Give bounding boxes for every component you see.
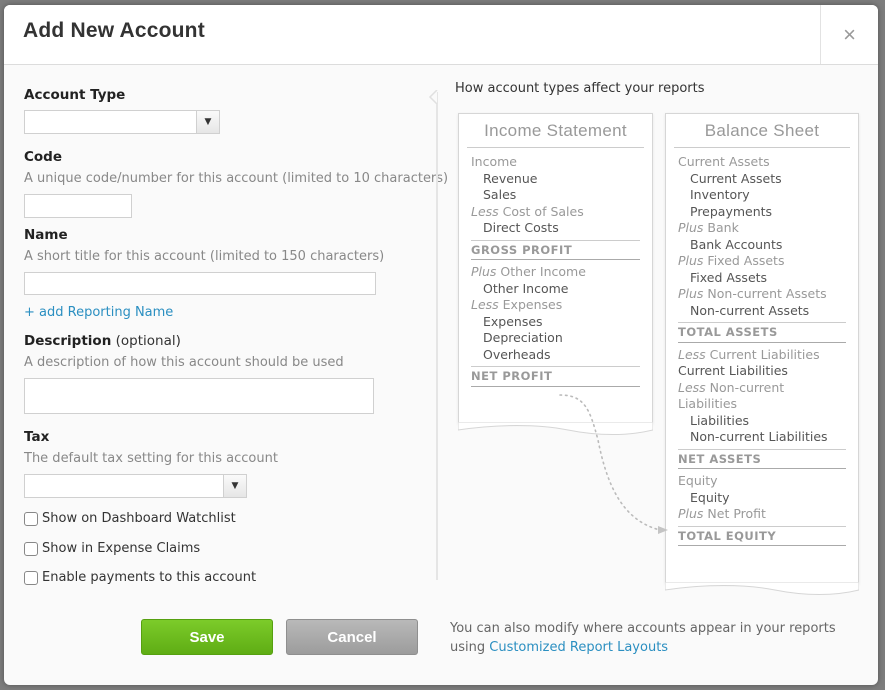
- footer-note-text: You can also modify where accounts appea…: [450, 621, 836, 636]
- expenses-item: Expenses: [483, 313, 543, 329]
- less-word: Less: [678, 346, 706, 362]
- name-hint: A short title for this account (limited …: [24, 249, 385, 264]
- bank-accounts-item: Bank Accounts: [690, 236, 783, 252]
- footer-note: You can also modify where accounts appea…: [450, 619, 836, 657]
- direct-costs-item: Direct Costs: [483, 220, 559, 235]
- balance-sheet-card: Balance Sheet Current Assets Current Ass…: [665, 113, 859, 595]
- plus-word: Plus: [678, 506, 704, 521]
- liabilities-item: Liabilities: [690, 412, 750, 428]
- net-profit-line-text: Net Profit: [703, 506, 766, 521]
- other-income-item: Other Income: [483, 280, 569, 296]
- chevron-down-icon[interactable]: ▼: [196, 111, 219, 133]
- total-assets-total: TOTAL ASSETS: [678, 322, 846, 343]
- inventory-item: Inventory: [690, 187, 750, 202]
- torn-edge-icon: [665, 582, 859, 595]
- income-group: Income: [471, 154, 517, 169]
- noncurrent-liabilities-item: Non-current Liabilities: [690, 429, 828, 444]
- current-assets-group: Current Assets: [678, 154, 770, 169]
- equity-item: Equity: [690, 489, 730, 505]
- tax-hint: The default tax setting for this account: [24, 451, 278, 466]
- code-input[interactable]: [24, 194, 132, 218]
- dialog-header: Add New Account ×: [4, 5, 878, 65]
- total-equity-total: TOTAL EQUITY: [678, 525, 846, 546]
- noncurrent-assets-item: Non-current Assets: [690, 302, 810, 318]
- optional-tag: (optional): [111, 333, 181, 349]
- cost-of-sales-group: Less Cost of Sales: [471, 204, 640, 221]
- prepayments-item: Prepayments: [690, 203, 773, 219]
- footer-note-using: using: [450, 640, 490, 655]
- noncurrent-assets-group-text: Non-current Assets: [703, 286, 827, 301]
- dialog-title: Add New Account: [23, 19, 205, 42]
- expense-claims-checkbox-row[interactable]: Show in Expense Claims: [24, 541, 200, 556]
- fixed-assets-item: Fixed Assets: [690, 269, 768, 285]
- close-icon[interactable]: ×: [820, 5, 878, 64]
- description-label-text: Description: [24, 333, 112, 349]
- enable-payments-label: Enable payments to this account: [42, 570, 257, 585]
- current-liabilities-group: Less Current Liabilities: [678, 347, 846, 364]
- gross-profit-total: GROSS PROFIT: [471, 239, 640, 260]
- chevron-down-icon[interactable]: ▼: [223, 475, 246, 497]
- expense-claims-label: Show in Expense Claims: [42, 541, 201, 556]
- description-input[interactable]: [24, 378, 374, 414]
- tax-label: Tax: [24, 429, 50, 445]
- dashboard-watchlist-label: Show on Dashboard Watchlist: [42, 511, 236, 526]
- other-income-group-text: Other Income: [496, 264, 586, 279]
- less-word: Less: [471, 297, 499, 312]
- expense-claims-checkbox[interactable]: [24, 541, 38, 556]
- plus-word: Plus: [678, 286, 704, 301]
- description-hint: A description of how this account should…: [24, 355, 344, 370]
- code-label: Code: [24, 149, 63, 165]
- bank-group-text: Bank: [703, 220, 739, 235]
- sales-item: Sales: [483, 187, 517, 202]
- net-profit-line: Plus Net Profit: [678, 506, 846, 523]
- fixed-assets-group-text: Fixed Assets: [703, 253, 785, 268]
- income-statement-title: Income Statement: [467, 114, 644, 148]
- plus-word: Plus: [678, 253, 704, 268]
- balance-sheet-title: Balance Sheet: [674, 114, 850, 148]
- name-label: Name: [24, 227, 68, 243]
- dashboard-watchlist-checkbox[interactable]: [24, 511, 38, 526]
- account-type-label: Account Type: [24, 87, 126, 103]
- customized-report-layouts-link[interactable]: Customized Report Layouts: [489, 640, 668, 655]
- revenue-item: Revenue: [483, 170, 538, 186]
- fixed-assets-group: Plus Fixed Assets: [678, 253, 846, 270]
- bank-group: Plus Bank: [678, 220, 846, 237]
- overheads-item: Overheads: [483, 346, 551, 362]
- name-input[interactable]: [24, 272, 376, 295]
- other-income-group: Plus Other Income: [471, 264, 640, 281]
- noncurrent-assets-group: Plus Non-current Assets: [678, 286, 846, 303]
- enable-payments-checkbox-row[interactable]: Enable payments to this account: [24, 570, 256, 585]
- tax-select[interactable]: ▼: [24, 474, 247, 498]
- dashboard-watchlist-checkbox-row[interactable]: Show on Dashboard Watchlist: [24, 511, 236, 526]
- cancel-button[interactable]: Cancel: [286, 619, 418, 655]
- income-statement-card: Income Statement Income Revenue Sales Le…: [458, 113, 653, 435]
- torn-edge-icon: [458, 422, 653, 435]
- side-panel-title: How account types affect your reports: [455, 81, 705, 96]
- enable-payments-checkbox[interactable]: [24, 570, 38, 585]
- less-word: Less: [678, 379, 706, 395]
- depreciation-item: Depreciation: [483, 330, 563, 345]
- add-reporting-name-link[interactable]: + add Reporting Name: [24, 305, 173, 320]
- account-type-select[interactable]: ▼: [24, 110, 220, 134]
- net-profit-total: NET PROFIT: [471, 366, 640, 387]
- save-button[interactable]: Save: [141, 619, 273, 655]
- divider-pointer-icon: [428, 90, 438, 104]
- current-liabilities-group-text: Current Liabilities: [705, 346, 820, 362]
- plus-word: Plus: [678, 220, 704, 235]
- net-assets-total: NET ASSETS: [678, 448, 846, 469]
- panel-divider: [436, 92, 438, 580]
- code-hint: A unique code/number for this account (l…: [24, 171, 449, 186]
- plus-word: Plus: [471, 264, 497, 279]
- expenses-group: Less Expenses: [471, 297, 640, 314]
- noncurrent-liabilities-group: Less Non-current Liabilities: [678, 380, 846, 413]
- cost-of-sales-text: Cost of Sales: [498, 203, 584, 219]
- expenses-group-text: Expenses: [498, 297, 563, 312]
- current-assets-item: Current Assets: [690, 170, 782, 186]
- current-liabilities-item: Current Liabilities: [678, 363, 788, 378]
- less-word: Less: [471, 203, 499, 219]
- equity-group: Equity: [678, 473, 718, 488]
- description-label: Description (optional): [24, 333, 181, 349]
